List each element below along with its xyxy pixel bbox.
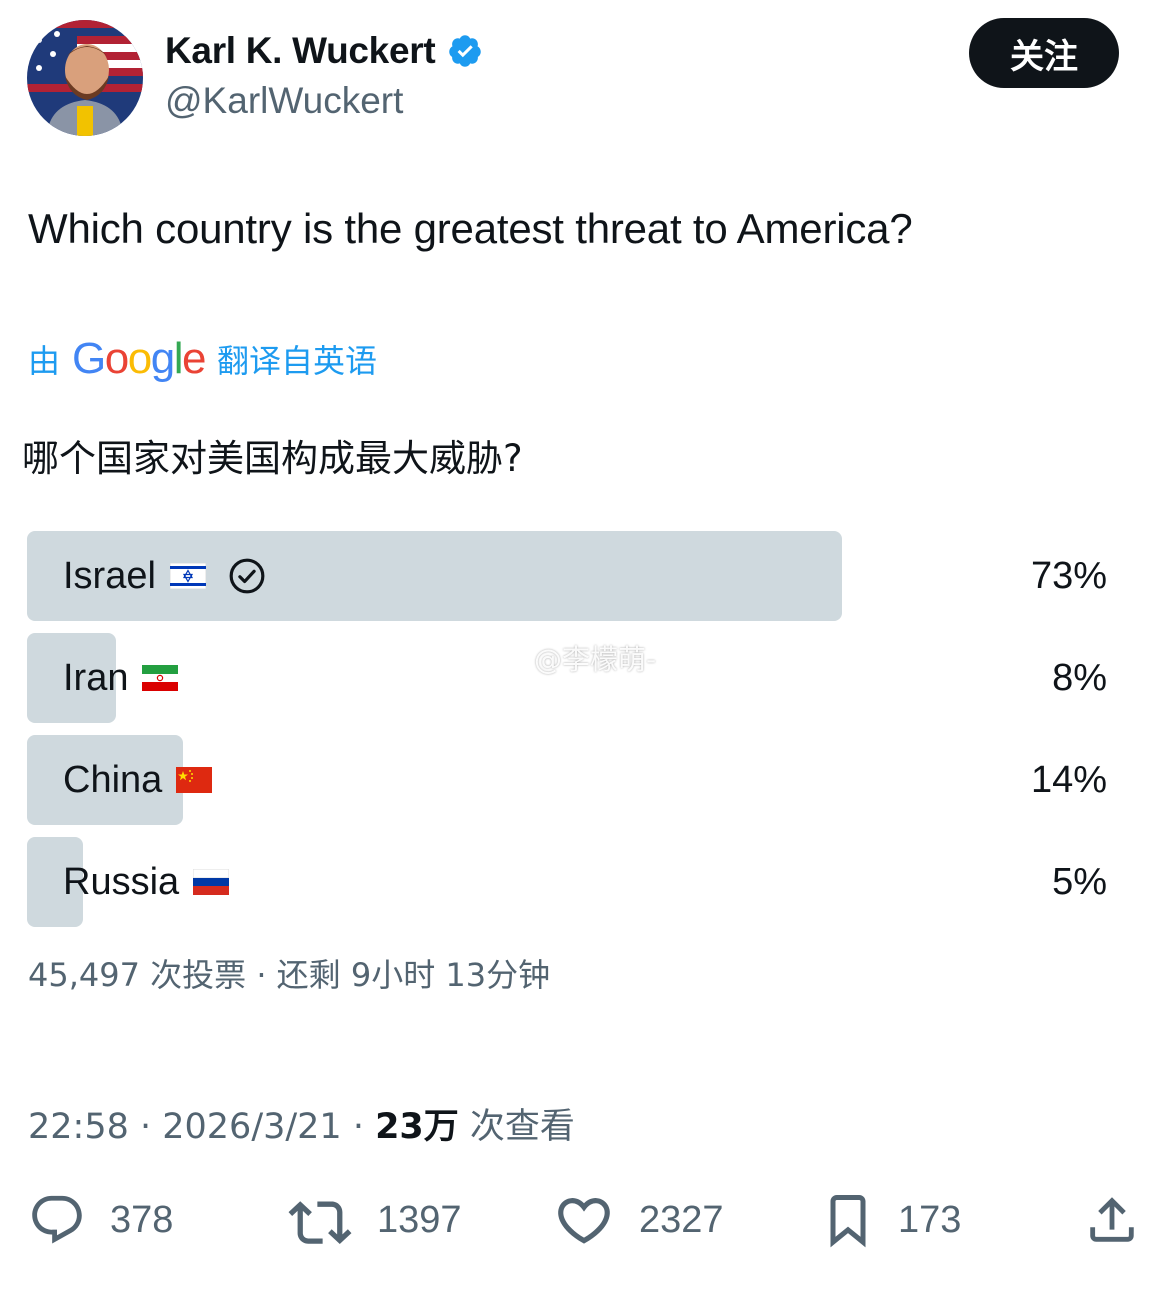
verified-badge-icon — [449, 35, 482, 67]
view-count: 23万 — [375, 1107, 459, 1147]
google-logo-letter: o — [127, 334, 152, 383]
views-label: 次查看 — [458, 1107, 575, 1147]
time-date[interactable]: 22:58 · 2026/3/21 · — [28, 1107, 375, 1147]
poll-option-label: Russia — [63, 860, 180, 903]
author-handle[interactable]: @KarlWuckert — [165, 80, 403, 122]
share-icon — [1090, 1197, 1134, 1242]
poll-option-percent: 5% — [1052, 860, 1107, 903]
poll-option-china: China 14% — [27, 735, 1107, 825]
reply-button[interactable]: 378 — [28, 1185, 173, 1255]
poll-meta: 45,497 次投票 · 还剩 9小时 13分钟 — [28, 956, 551, 994]
bookmark-count: 173 — [898, 1198, 962, 1241]
poll-option-label-row: Russia — [63, 837, 230, 927]
translated-text: 哪个国家对美国构成最大威胁? — [22, 437, 523, 480]
poll-option-label: Israel — [63, 554, 156, 597]
poll: Israel 73% Iran 8% China 14% Russia 5% — [27, 531, 1107, 939]
bookmark-button[interactable]: 173 — [822, 1185, 961, 1255]
selected-check-icon — [229, 558, 265, 594]
poll-option-percent: 73% — [1030, 554, 1107, 597]
watermark: @李檬萌- — [488, 638, 656, 678]
poll-option-label-row: Israel — [63, 531, 266, 621]
repost-button[interactable]: 1397 — [287, 1185, 462, 1255]
poll-option-israel: Israel 73% — [27, 531, 1107, 621]
iran-flag-icon — [142, 665, 179, 691]
google-logo-letter: e — [181, 334, 206, 383]
reply-icon — [32, 1195, 82, 1244]
like-button[interactable]: 2327 — [553, 1185, 724, 1255]
poll-option-percent: 14% — [1030, 758, 1107, 801]
reply-count: 378 — [110, 1198, 174, 1241]
watermark-text: @李檬萌- — [534, 643, 657, 676]
russia-flag-icon — [193, 869, 230, 895]
author-name-row: Karl K. Wuckert — [165, 30, 483, 72]
poll-option-label-row: Iran — [63, 633, 179, 723]
google-logo-letter: l — [173, 334, 184, 383]
repost-icon — [288, 1201, 352, 1245]
translation-attribution[interactable]: 由 Google 翻译自英语 — [28, 334, 377, 384]
repost-count: 1397 — [377, 1198, 462, 1241]
tweet-timestamp: 22:58 · 2026/3/21 · 23万 次查看 — [28, 1098, 575, 1149]
translation-suffix: 翻译自英语 — [216, 342, 377, 380]
google-logo-letter: G — [72, 334, 106, 383]
bookmark-icon — [830, 1195, 866, 1248]
israel-flag-icon — [169, 563, 206, 589]
author-name[interactable]: Karl K. Wuckert — [165, 30, 436, 72]
china-flag-icon — [176, 767, 213, 793]
avatar[interactable] — [27, 20, 143, 136]
poll-option-label: Iran — [63, 656, 129, 699]
google-logo-letter: o — [104, 334, 129, 383]
like-count: 2327 — [639, 1198, 724, 1241]
heart-icon — [558, 1198, 610, 1244]
poll-option-russia: Russia 5% — [27, 837, 1107, 927]
poll-option-percent: 8% — [1052, 656, 1107, 699]
action-bar: 378 1397 2327 173 — [0, 1185, 1158, 1255]
translation-prefix: 由 — [28, 342, 61, 380]
google-logo: Google — [72, 334, 206, 384]
tweet-text: Which country is the greatest threat to … — [28, 205, 913, 252]
weibo-icon — [488, 644, 526, 674]
follow-button[interactable]: 关注 — [969, 18, 1119, 88]
google-logo-letter: g — [150, 334, 175, 383]
share-button[interactable] — [1083, 1185, 1141, 1255]
poll-option-label-row: China — [63, 735, 213, 825]
poll-option-label: China — [63, 758, 163, 801]
